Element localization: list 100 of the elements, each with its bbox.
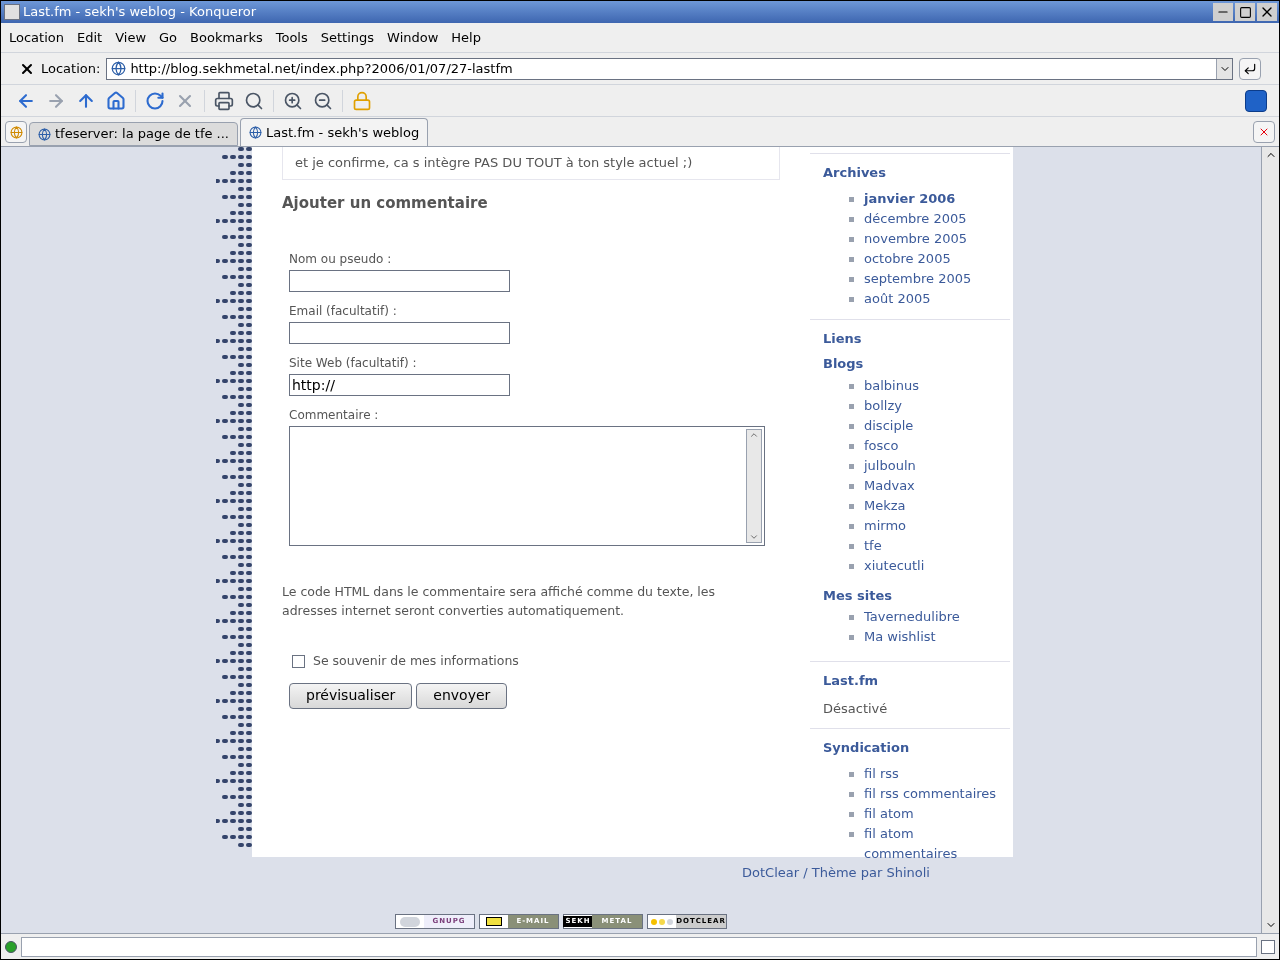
- text-field[interactable]: http://: [289, 374, 510, 396]
- sidebar-link[interactable]: janvier 2006: [864, 188, 956, 209]
- sidebar-link[interactable]: fosco: [864, 435, 899, 456]
- help-paragraph: Le code HTML dans le commentaire sera affiché comme du texte, les adresses internet seront converties automatiquement.: [282, 583, 716, 620]
- bullet-icon: [849, 423, 854, 429]
- menu-item[interactable]: Location: [9, 27, 64, 48]
- padlock-icon: [352, 90, 372, 111]
- sidebar-link[interactable]: août 2005: [864, 288, 931, 309]
- new-tab-button[interactable]: [5, 121, 27, 143]
- scrollbar[interactable]: [746, 429, 762, 543]
- sidebar-link[interactable]: bollzy: [864, 395, 902, 416]
- sidebar-link[interactable]: Mekza: [864, 495, 906, 516]
- bullet-icon: [849, 483, 854, 489]
- sidebar-link[interactable]: julbouln: [864, 455, 916, 476]
- close-button[interactable]: [1257, 3, 1277, 21]
- sidebar-link[interactable]: fil rss: [864, 763, 899, 784]
- sidebar-link[interactable]: décembre 2005: [864, 208, 967, 229]
- sidebar-heading: Last.fm: [823, 672, 879, 690]
- browser-tab[interactable]: Last.fm - sekh's weblog: [240, 118, 429, 146]
- bullet-icon: [849, 811, 854, 817]
- sidebar-link[interactable]: balbinus: [864, 375, 919, 396]
- square-icon: [1238, 5, 1252, 19]
- sidebar-link[interactable]: novembre 2005: [864, 228, 968, 249]
- menu-item[interactable]: Help: [451, 27, 481, 48]
- page-scrollbar[interactable]: [1261, 147, 1279, 933]
- reload-icon: [145, 90, 165, 111]
- bullet-icon: [849, 635, 854, 640]
- close-tab-button[interactable]: [1253, 121, 1275, 143]
- bullet-icon: [849, 615, 854, 620]
- comment-textarea[interactable]: [289, 426, 765, 546]
- bullet-icon: [849, 236, 854, 242]
- globe-icon: [38, 127, 51, 141]
- scroll-down-icon[interactable]: [749, 532, 759, 542]
- bullet-icon: [849, 276, 854, 282]
- field-label: Email (facultatif) :: [289, 303, 397, 320]
- menu-item[interactable]: Bookmarks: [190, 27, 263, 48]
- text-field[interactable]: [289, 270, 510, 292]
- menu-item[interactable]: Settings: [320, 27, 375, 48]
- sidebar-link[interactable]: fil atom: [864, 803, 914, 824]
- form-button[interactable]: envoyer: [416, 682, 508, 709]
- bullet-icon: [849, 443, 854, 449]
- page-icon: [111, 61, 127, 76]
- bullet-icon: [849, 296, 854, 302]
- location-field[interactable]: http://blog.sekhmetal.net/index.php?2006/01/07/27-lastfm: [106, 57, 1233, 80]
- sidebar-subheading: Mes sites: [823, 586, 892, 605]
- bullet-icon: [849, 831, 854, 837]
- browser-tab[interactable]: tfeserver: la page de tfe ...: [29, 122, 238, 146]
- footer-credit[interactable]: DotClear / Thème par Shinoli: [742, 863, 930, 883]
- remember-checkbox[interactable]: [292, 654, 305, 668]
- comment-text: et je confirme, ca s intègre PAS DU TOUT à ton style actuel ;): [295, 155, 693, 170]
- text-field[interactable]: [289, 322, 510, 344]
- bullet-icon: [849, 503, 854, 509]
- bullet-icon: [849, 403, 854, 409]
- checkbox-label: Se souvenir de mes informations: [313, 652, 519, 670]
- zoom-out-icon: [313, 90, 333, 111]
- sidebar-link[interactable]: tfe: [864, 535, 882, 556]
- bullet-icon: [849, 543, 854, 549]
- bullet-icon: [849, 196, 854, 202]
- bullet-icon: [849, 523, 854, 529]
- menu-item[interactable]: Go: [159, 27, 178, 48]
- go-button[interactable]: [1239, 57, 1261, 80]
- sidebar-heading: Liens: [823, 329, 862, 348]
- sidebar-link[interactable]: Ma wishlist: [864, 627, 936, 647]
- status-checkbox[interactable]: [1261, 939, 1275, 954]
- kde-logo-icon[interactable]: [1245, 89, 1267, 112]
- sidebar-link[interactable]: fil rss commentaires: [864, 783, 997, 804]
- dropdown-button[interactable]: [1216, 58, 1232, 79]
- globe-icon: [249, 126, 262, 139]
- sidebar-link[interactable]: Tavernedulibre: [864, 607, 960, 627]
- minimize-button[interactable]: [1213, 3, 1233, 21]
- bullet-icon: [849, 256, 854, 262]
- menu-item[interactable]: Window: [387, 27, 439, 48]
- sidebar-link[interactable]: mirmo: [864, 515, 906, 536]
- form-button[interactable]: prévisualiser: [289, 682, 413, 709]
- sidebar-link[interactable]: septembre 2005: [864, 268, 972, 289]
- form-heading: Ajouter un commentaire: [282, 192, 488, 214]
- bullet-icon: [849, 771, 854, 777]
- window-menu-icon[interactable]: [4, 4, 20, 20]
- bullet-icon: [849, 791, 854, 797]
- scroll-up-icon[interactable]: [749, 430, 759, 440]
- menu-item[interactable]: Edit: [77, 27, 103, 48]
- sidebar-link[interactable]: disciple: [864, 415, 914, 436]
- globe-icon: [9, 125, 23, 139]
- bullet-icon: [849, 463, 854, 469]
- field-label: Site Web (facultatif) :: [289, 355, 417, 372]
- printer-icon: [214, 90, 234, 111]
- field-label: Commentaire :: [288, 407, 379, 424]
- sidebar-link[interactable]: Madvax: [864, 475, 915, 496]
- menu-item[interactable]: View: [115, 27, 147, 48]
- sidebar-link[interactable]: xiutecutli: [864, 555, 925, 576]
- sidebar-link[interactable]: fil atom commentaires: [864, 823, 1010, 864]
- bullet-icon: [849, 216, 854, 222]
- return-arrow-icon: [1243, 61, 1257, 76]
- bullet-icon: [849, 563, 854, 569]
- maximize-button[interactable]: [1235, 3, 1255, 21]
- sidebar-subheading: Blogs: [823, 355, 864, 373]
- menu-item[interactable]: Tools: [275, 27, 308, 48]
- zoom-in-icon: [283, 90, 303, 111]
- field-label: Nom ou pseudo :: [289, 251, 392, 268]
- sidebar-link[interactable]: octobre 2005: [864, 248, 951, 269]
